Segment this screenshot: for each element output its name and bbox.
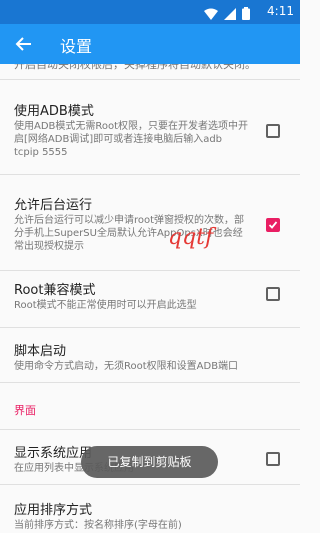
app-bar: 设置 bbox=[0, 24, 300, 64]
watermark: qqtf bbox=[168, 225, 214, 250]
pref-root-compat[interactable]: Root兼容模式 Root模式不能正常使用时可以开启此选型 bbox=[0, 271, 300, 327]
status-bar: 4:11 bbox=[0, 0, 300, 24]
signal-icon bbox=[224, 5, 236, 24]
root-compat-checkbox[interactable] bbox=[266, 287, 280, 301]
show-system-apps-checkbox[interactable] bbox=[266, 452, 280, 466]
pref-title: Root兼容模式 bbox=[14, 283, 96, 298]
wifi-icon bbox=[204, 5, 218, 24]
clipped-summary: 开启自动关闭权限后，关掉程序将自动默认关闭。 bbox=[14, 64, 256, 71]
adb-mode-checkbox[interactable] bbox=[266, 124, 280, 138]
pref-adb-mode[interactable]: 使用ADB模式 使用ADB模式无需Root权限，只要在开发者选项中开启[网络AD… bbox=[0, 80, 300, 174]
pref-title: 应用排序方式 bbox=[14, 503, 93, 518]
pref-summary: 允许后台运行可以减少申请root弹窗授权的次数，部分手机上SuperSU全局默认… bbox=[14, 215, 245, 252]
back-arrow-icon[interactable] bbox=[14, 34, 34, 54]
section-header-ui: 界面 bbox=[14, 404, 36, 417]
pref-summary: 使用ADB模式无需Root权限，只要在开发者选项中开启[网络ADB调试]即可或者… bbox=[14, 121, 249, 158]
pref-app-sort[interactable]: 应用排序方式 当前排序方式：按名称排序(字母在前) bbox=[0, 485, 300, 533]
pref-background-run[interactable]: 允许后台运行 允许后台运行可以减少申请root弹窗授权的次数，部分手机上Supe… bbox=[0, 175, 300, 270]
background-run-checkbox[interactable] bbox=[266, 218, 280, 232]
divider bbox=[0, 382, 300, 383]
pref-title: 脚本启动 bbox=[14, 344, 67, 359]
pref-summary: 当前排序方式：按名称排序(字母在前) bbox=[14, 520, 182, 531]
pref-summary: 使用命令方式启动，无须Root权限和设置ADB端口 bbox=[14, 361, 239, 372]
pref-script-start[interactable]: 脚本启动 使用命令方式启动，无须Root权限和设置ADB端口 bbox=[0, 328, 300, 382]
battery-icon bbox=[242, 5, 250, 24]
page-title: 设置 bbox=[60, 37, 93, 56]
pref-summary: Root模式不能正常使用时可以开启此选型 bbox=[14, 300, 197, 311]
check-icon bbox=[268, 221, 278, 229]
pref-title: 允许后台运行 bbox=[14, 198, 93, 213]
toast-message: 已复制到剪贴板 bbox=[81, 446, 218, 478]
status-time: 4:11 bbox=[267, 4, 294, 18]
pref-title: 使用ADB模式 bbox=[14, 104, 94, 119]
